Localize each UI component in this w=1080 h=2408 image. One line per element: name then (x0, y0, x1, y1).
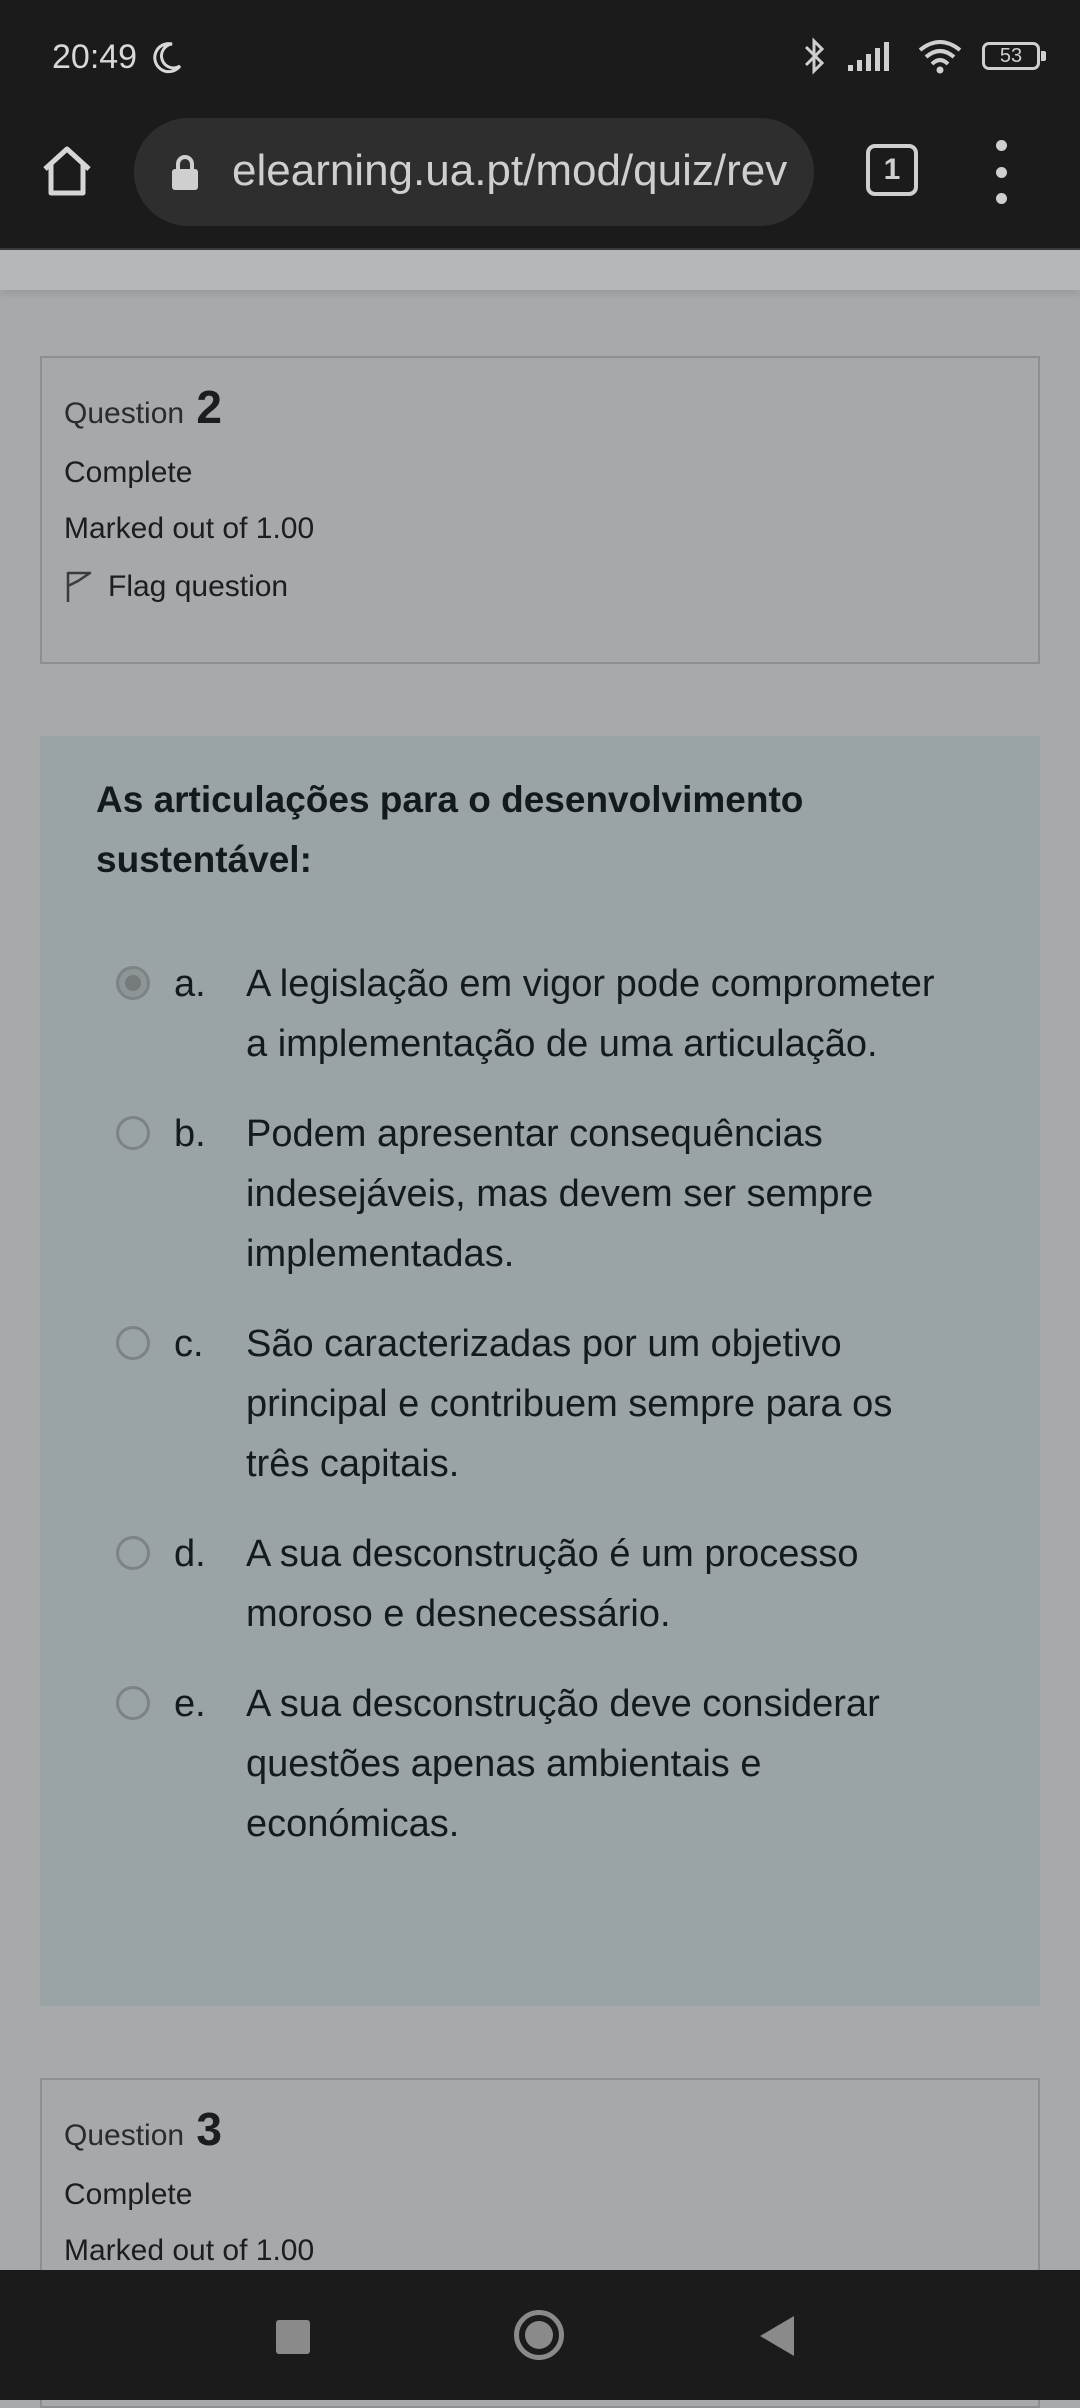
radio-button[interactable] (116, 1116, 150, 1150)
browser-toolbar: elearning.ua.pt/mod/quiz/rev 1 (0, 118, 1080, 250)
question-number-value: 3 (196, 2103, 223, 2155)
question-content: As articulações para o desenvolvimento s… (40, 736, 1040, 2006)
back-button[interactable] (760, 2316, 794, 2356)
answer-text: A legislação em vigor pode comprometer a… (246, 963, 935, 1065)
address-bar[interactable]: elearning.ua.pt/mod/quiz/rev (134, 118, 814, 226)
answer-letter: c. (174, 1323, 204, 1365)
status-bar: 20:49 53 (0, 0, 1080, 118)
question-number: Question 3 (64, 2102, 1016, 2156)
browser-menu-button[interactable] (986, 140, 1016, 204)
question-number: Question 2 (64, 380, 1016, 434)
home-icon (43, 146, 91, 196)
battery-icon: 53 (982, 42, 1046, 70)
answer-letter: e. (174, 1683, 206, 1725)
question-mark: Marked out of 1.00 (64, 2234, 315, 2267)
radio-button[interactable] (116, 966, 150, 1000)
tab-switcher-button[interactable]: 1 (866, 144, 918, 196)
flag-question-label: Flag question (108, 570, 289, 603)
answer-option-d[interactable]: d. A sua desconstrução é um processo mor… (116, 1524, 1016, 1644)
flag-question-button[interactable]: Flag question (64, 570, 1016, 604)
radio-button[interactable] (116, 1686, 150, 1720)
page-header-strip (0, 250, 1080, 290)
recents-button[interactable] (276, 2320, 310, 2354)
status-icons: 53 (802, 36, 1046, 76)
menu-dot (995, 166, 1007, 178)
answer-list: a. A legislação em vigor pode compromete… (116, 954, 1016, 1884)
flag-icon (66, 571, 92, 602)
answer-letter: b. (174, 1113, 206, 1155)
answer-option-b[interactable]: b. Podem apresentar consequências indese… (116, 1104, 1016, 1284)
question-text: As articulações para o desenvolvimento s… (96, 779, 804, 880)
question-state: Complete (64, 456, 193, 489)
answer-option-c[interactable]: c. São caracterizadas por um objetivo pr… (116, 1314, 1016, 1494)
menu-dot (995, 193, 1007, 204)
navigation-bar (0, 2270, 1080, 2400)
menu-dot (995, 140, 1007, 151)
bluetooth-icon (804, 37, 825, 75)
home-nav-button[interactable] (514, 2310, 564, 2360)
home-button[interactable] (36, 140, 98, 202)
answer-text: Podem apresentar consequências indesejáv… (246, 1113, 874, 1275)
radio-button[interactable] (116, 1536, 150, 1570)
lock-icon (172, 155, 198, 190)
answer-option-a[interactable]: a. A legislação em vigor pode compromete… (116, 954, 1016, 1074)
question-info-2: Question 2 Complete Marked out of 1.00 F… (40, 356, 1040, 664)
answer-text: A sua desconstrução deve considerar ques… (246, 1683, 880, 1845)
battery-level: 53 (999, 45, 1023, 67)
question-number-value: 2 (196, 381, 223, 433)
answer-letter: d. (174, 1533, 206, 1575)
question-label: Question (64, 397, 185, 430)
url-text: elearning.ua.pt/mod/quiz/rev (232, 146, 788, 195)
question-state: Complete (64, 2178, 193, 2211)
status-time: 20:49 (52, 38, 138, 76)
wifi-icon (918, 40, 962, 74)
answer-text: A sua desconstrução é um processo moroso… (246, 1533, 859, 1635)
question-label: Question (64, 2119, 185, 2152)
moon-icon (153, 42, 182, 74)
radio-button[interactable] (116, 1326, 150, 1360)
answer-text: São caracterizadas por um objetivo princ… (246, 1323, 893, 1485)
question-mark: Marked out of 1.00 (64, 512, 315, 545)
answer-option-e[interactable]: e. A sua desconstrução deve considerar q… (116, 1674, 1016, 1854)
answer-letter: a. (174, 963, 206, 1005)
signal-icon (848, 42, 889, 71)
